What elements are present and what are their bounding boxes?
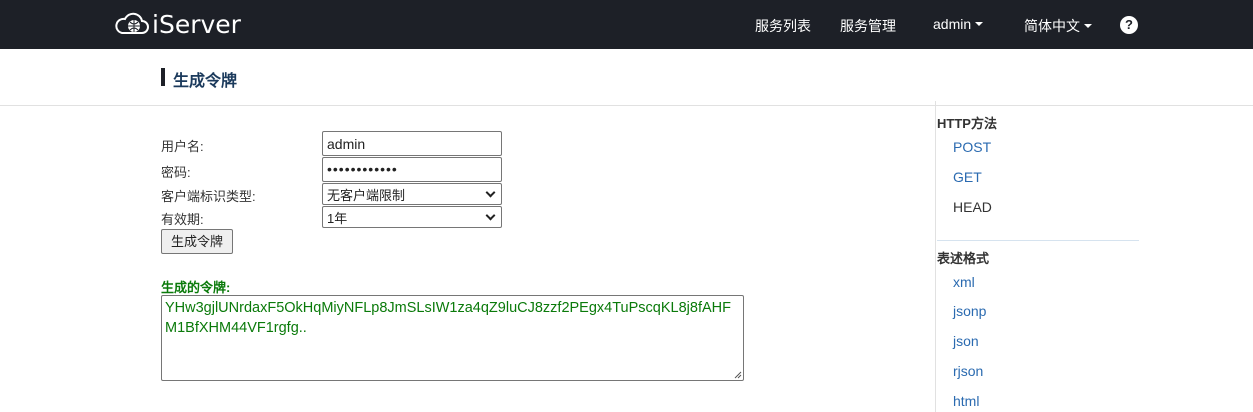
title-accent-bar — [161, 68, 165, 86]
method-post-link[interactable]: POST — [953, 139, 991, 155]
format-jsonp-link[interactable]: jsonp — [953, 303, 986, 319]
cloud-globe-icon — [115, 12, 149, 34]
http-methods-heading: HTTP方法 — [937, 116, 997, 131]
method-get-link[interactable]: GET — [953, 169, 982, 185]
validity-value: 1年 — [327, 210, 348, 226]
formats-heading: 表述格式 — [937, 251, 990, 266]
client-type-select[interactable]: 无客户端限制 — [322, 183, 502, 205]
user-name: admin — [933, 16, 972, 32]
section-divider — [937, 240, 1139, 241]
client-type-value: 无客户端限制 — [327, 187, 406, 203]
generated-token-label: 生成的令牌: — [161, 280, 231, 295]
brand-name: iServer — [152, 9, 241, 39]
resize-handle-icon[interactable] — [734, 371, 742, 379]
top-navbar: iServer 服务列表 服务管理 admin 简体中文 ? — [0, 0, 1253, 49]
generated-token-textarea[interactable]: YHw3gjlUNrdaxF5OkHqMiyNFLp8JmSLsIW1za4qZ… — [161, 295, 744, 381]
password-label: 密码: — [161, 165, 191, 180]
format-html-link[interactable]: html — [953, 393, 979, 409]
generate-token-button[interactable]: 生成令牌 — [161, 229, 233, 254]
username-label: 用户名: — [161, 139, 204, 154]
password-input[interactable]: •••••••••••• — [322, 157, 502, 182]
help-icon[interactable]: ? — [1120, 16, 1138, 34]
language-name: 简体中文 — [1024, 18, 1080, 34]
validity-select[interactable]: 1年 — [322, 206, 502, 228]
validity-label: 有效期: — [161, 212, 204, 227]
page-title: 生成令牌 — [173, 73, 238, 90]
caret-down-icon — [975, 22, 984, 27]
nav-service-management[interactable]: 服务管理 — [840, 16, 896, 36]
format-rjson-link[interactable]: rjson — [953, 363, 983, 379]
chevron-down-icon — [485, 210, 496, 220]
nav-service-list[interactable]: 服务列表 — [755, 16, 811, 36]
caret-down-icon — [1084, 24, 1092, 29]
language-menu[interactable]: 简体中文 — [1024, 16, 1092, 36]
client-type-label: 客户端标识类型: — [161, 189, 256, 204]
format-json-link[interactable]: json — [953, 333, 979, 349]
user-menu[interactable]: admin — [933, 16, 984, 32]
chevron-down-icon — [485, 187, 496, 197]
generated-token-value: YHw3gjlUNrdaxF5OkHqMiyNFLp8JmSLsIW1za4qZ… — [165, 300, 731, 336]
method-head-item: HEAD — [953, 199, 992, 215]
sidebar-divider — [935, 101, 936, 412]
page-header: 生成令牌 — [0, 49, 1253, 106]
brand-logo[interactable]: iServer — [114, 9, 241, 39]
format-xml-link[interactable]: xml — [953, 274, 975, 290]
username-input[interactable] — [322, 131, 502, 156]
